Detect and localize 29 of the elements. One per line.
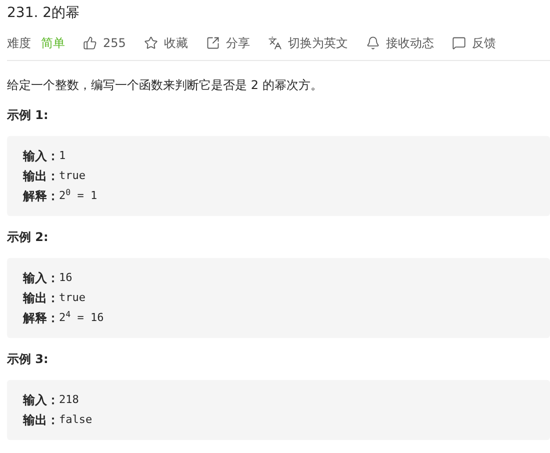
toolbar-action[interactable]: 反馈: [452, 34, 496, 52]
difficulty-value: 简单: [41, 35, 65, 52]
toolbar-action[interactable]: 切换为英文: [268, 34, 348, 52]
example-line-label: 输出：: [23, 290, 59, 307]
example-line-value: true: [59, 168, 86, 184]
example-line-value: 2$^{4}$ = 16: [59, 308, 104, 326]
example-line-label: 输入：: [23, 392, 59, 409]
example-line-value: 16: [59, 270, 72, 286]
example-line-label: 输入：: [23, 148, 59, 165]
toolbar-action[interactable]: 收藏: [144, 34, 188, 52]
example-heading: 示例 2:: [7, 229, 50, 246]
example-line-value: 218: [59, 392, 79, 408]
toolbar-action[interactable]: 分享: [206, 34, 250, 52]
problem-title: 231. 2的幂: [7, 4, 81, 23]
difficulty-label: 难度: [7, 35, 31, 52]
example-line-label: 输出：: [23, 412, 59, 429]
toolbar-action[interactable]: 255: [83, 34, 126, 52]
example-line-label: 输出：: [23, 168, 59, 185]
example-heading: 示例 1:: [7, 107, 50, 124]
toolbar-action[interactable]: 接收动态: [366, 34, 434, 52]
example-line-label: 解释：: [23, 310, 59, 327]
example-heading: 示例 3:: [7, 351, 50, 368]
example-line-value: false: [59, 412, 92, 428]
example-line-value: true: [59, 290, 86, 306]
example-line-value: 2$^{0}$ = 1: [59, 186, 98, 204]
example-line-value: 1: [59, 148, 66, 164]
example-line-label: 输入：: [23, 270, 59, 287]
example-line-label: 解释：: [23, 188, 59, 205]
problem-description: 给定一个整数，编写一个函数来判断它是否是 2 的幂次方。: [7, 77, 324, 94]
